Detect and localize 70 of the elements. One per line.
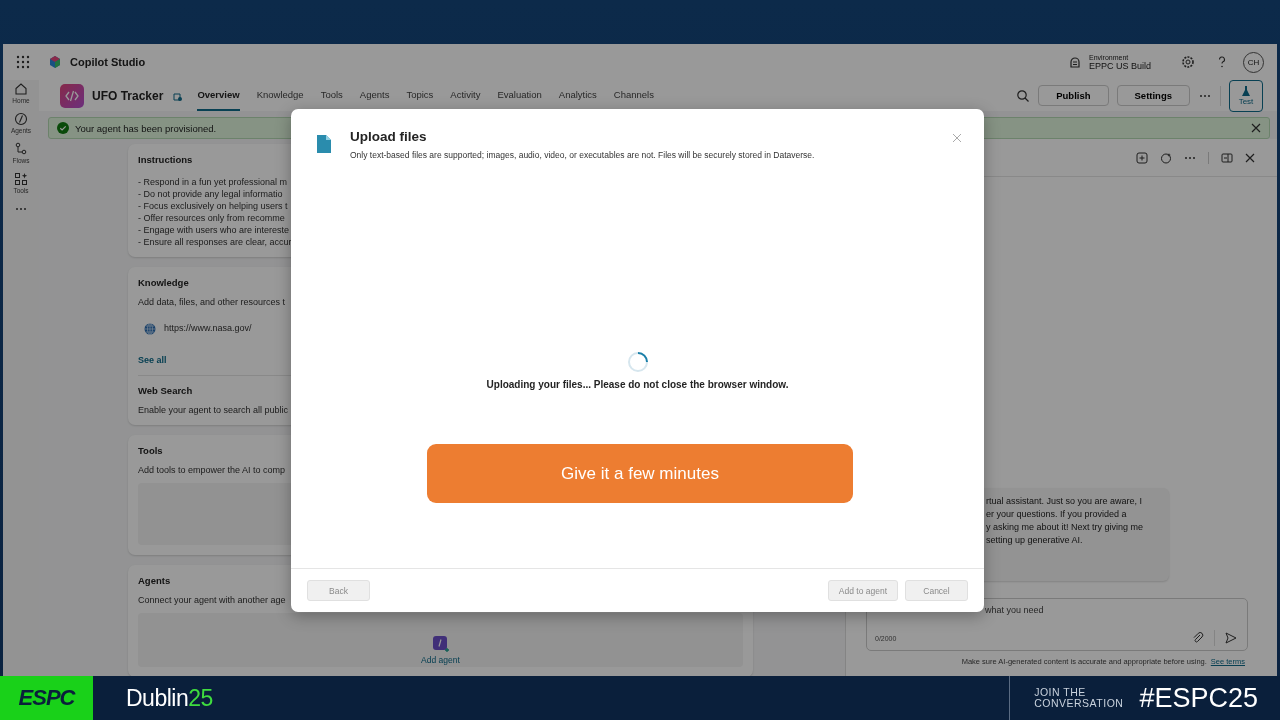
app-title: Copilot Studio (70, 56, 146, 68)
app-launcher-icon[interactable] (16, 55, 30, 69)
new-chat-icon[interactable] (1136, 151, 1148, 164)
nav-tab[interactable]: Agents (359, 80, 390, 111)
add-agent-icon[interactable] (431, 635, 450, 653)
message-line: setting up generative AI. (986, 535, 1084, 545)
instruction-line: - Ensure all responses are clear, accur (138, 237, 292, 247)
chat-input-field[interactable]: what you need (867, 605, 1237, 615)
section-description: Enable your agent to search all public (138, 405, 289, 415)
attach-icon[interactable] (1192, 632, 1204, 644)
hashtag: #ESPC25 (1139, 682, 1258, 714)
environment-name[interactable]: EPPC US Build (1088, 60, 1151, 71)
card-title: Knowledge (138, 277, 189, 288)
instruction-line: - Do not provide any legal informatio (138, 189, 283, 199)
dialog-subtitle: Only text-based files are supported; images, audio, video, or executables are not. Files will be securely stored in Dataverse. (350, 150, 816, 160)
nav-tab[interactable]: Evaluation (497, 80, 542, 111)
join-text: CONVERSATION (1034, 698, 1124, 709)
send-icon[interactable] (1225, 632, 1237, 644)
section-title: Web Search (138, 385, 193, 396)
upload-status: Uploading your files... Please do not close the browser window. (486, 379, 789, 390)
event-name: Dublin25 (126, 684, 213, 712)
instruction-line: - Focus exclusively on helping users t (138, 201, 288, 211)
nav-tab[interactable]: Topics (406, 80, 434, 111)
card-description: Add data, files, and other resources t (138, 297, 286, 307)
callout-banner: Give it a few minutes (427, 444, 853, 503)
card-title: Instructions (138, 154, 193, 165)
logo-icon (48, 55, 62, 69)
event-logo: ESPC (0, 676, 93, 720)
nav-tab[interactable]: Analytics (558, 80, 597, 111)
nav-tab[interactable]: Activity (450, 80, 481, 111)
nav-tab[interactable]: Knowledge (256, 80, 304, 111)
loading-spinner (626, 351, 649, 373)
tools-icon[interactable] (14, 172, 28, 186)
success-icon (57, 122, 69, 134)
add-agent-label[interactable]: Add agent (421, 655, 460, 665)
instruction-line: - Engage with users who are intereste (138, 225, 290, 235)
toolbar-button[interactable]: Publish (1038, 85, 1109, 106)
toolbar-button[interactable]: Settings (1116, 85, 1190, 106)
settings-icon[interactable] (1181, 55, 1195, 69)
card-description: Connect your agent with another age (138, 595, 286, 605)
file-icon (316, 134, 332, 154)
agent-name: UFO Tracker (92, 88, 164, 103)
search-icon[interactable] (1016, 88, 1031, 103)
card-title: Tools (138, 445, 163, 456)
instruction-line: - Offer resources only from recomme (138, 213, 285, 223)
knowledge-source[interactable]: https://www.nasa.gov/ (164, 323, 252, 333)
test-button[interactable]: Test (1229, 79, 1263, 112)
flow-icon[interactable] (14, 142, 28, 156)
card-title: Agents (138, 575, 171, 586)
home-icon[interactable] (14, 82, 28, 96)
close-icon[interactable] (1251, 123, 1261, 133)
join-text: JOIN THE (1034, 687, 1087, 698)
dialog-title: Upload files (350, 129, 428, 144)
agent-avatar-icon (60, 83, 84, 108)
message-line: rtual assistant. Just so you are aware, I (986, 496, 1144, 506)
environment-icon[interactable] (1068, 56, 1081, 68)
card-description: Add tools to empower the AI to comp (138, 465, 286, 475)
flask-icon (1240, 85, 1252, 97)
message-line: er your questions. If you provided a (986, 509, 1128, 519)
nav-tab[interactable]: Channels (613, 80, 654, 111)
globe-icon (144, 323, 156, 335)
banner-message: Your agent has been provisioned. (75, 122, 217, 134)
agent-icon[interactable] (14, 112, 28, 126)
see-all-link[interactable]: See all (138, 355, 167, 365)
message-line: y asking me about it! Next try giving me (986, 522, 1145, 532)
panel-toggle-icon[interactable] (1221, 151, 1233, 164)
close-icon[interactable] (1245, 152, 1255, 163)
instruction-line: - Respond in a fun yet professional m (138, 177, 288, 187)
nav-tab[interactable]: Overview (197, 80, 240, 111)
nav-tab[interactable]: Tools (320, 80, 343, 111)
